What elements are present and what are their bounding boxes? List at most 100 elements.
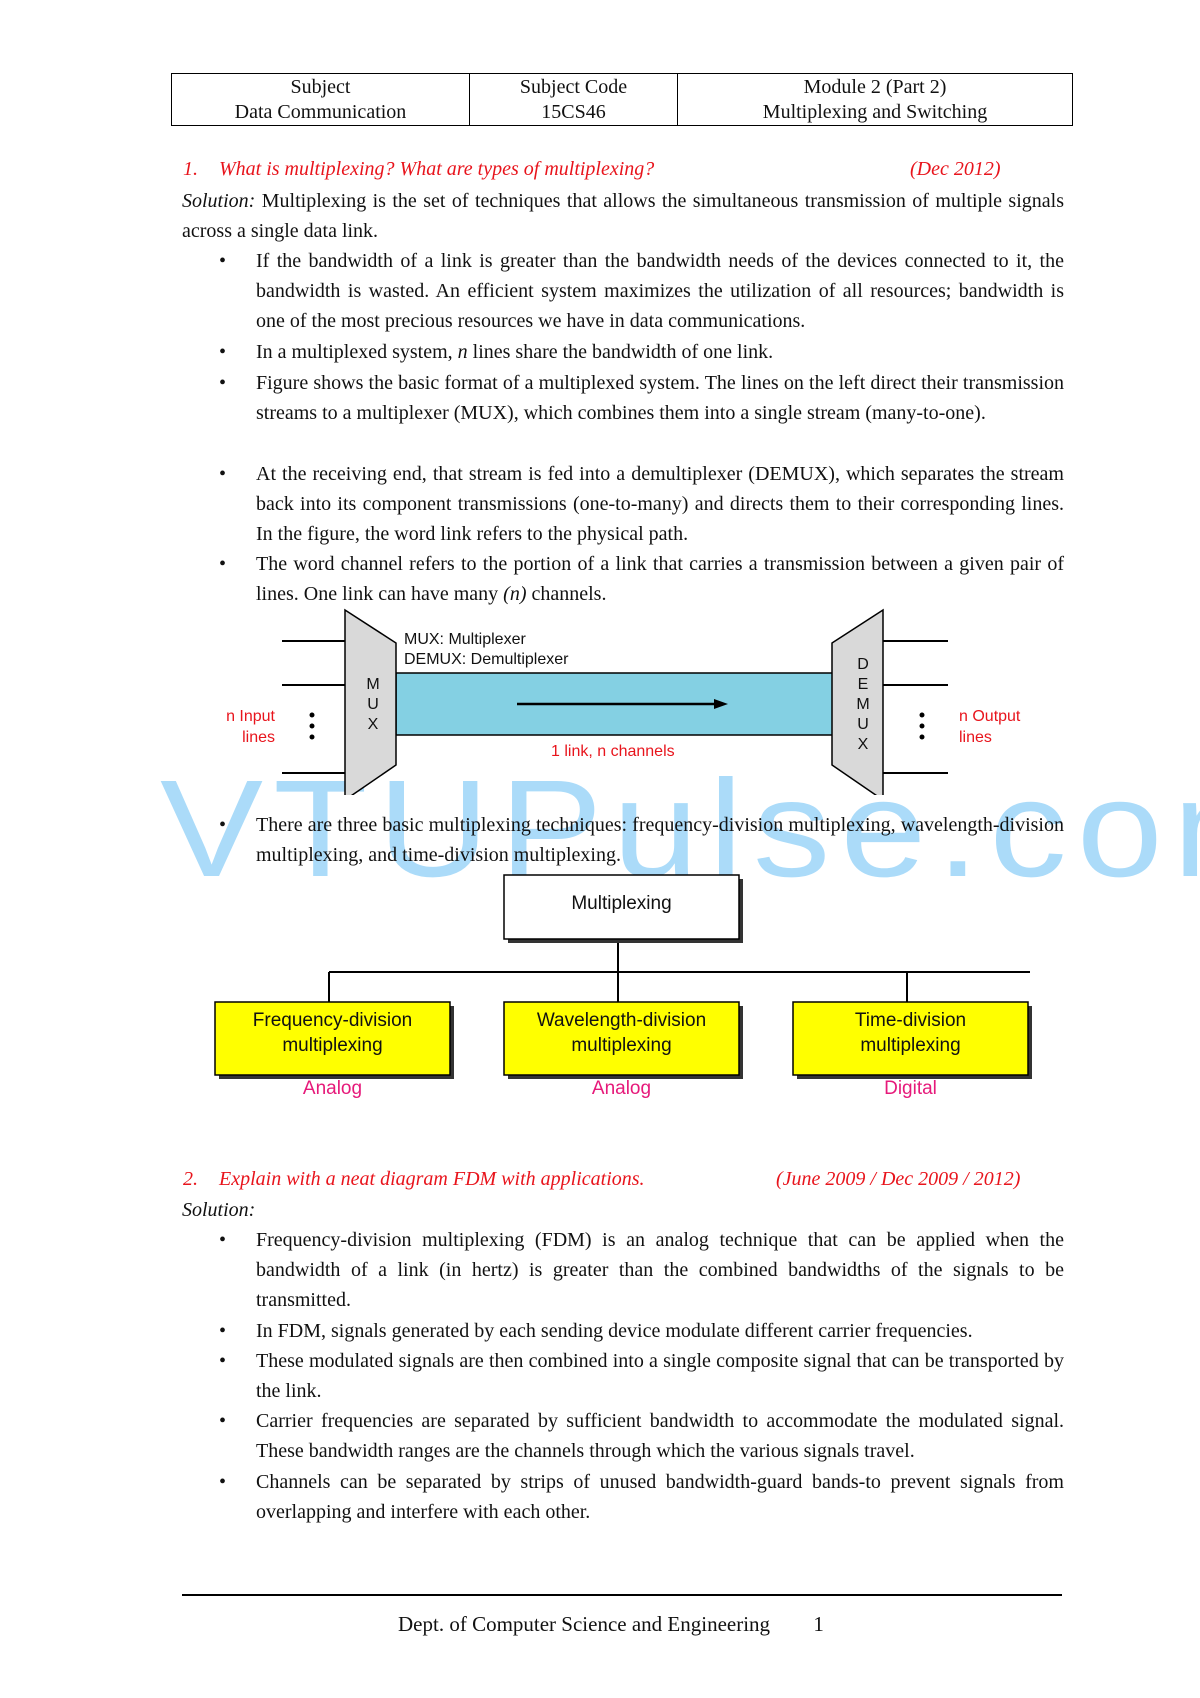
demux-letter: E	[857, 676, 869, 693]
demux-letter: M	[856, 696, 870, 713]
q1-bullet-text: Figure shows the basic format of a multi…	[256, 372, 1064, 424]
q1-bullet-text: In a multiplexed system, n lines share t…	[256, 337, 1064, 367]
q2-bullet: • In FDM, signals generated by each send…	[219, 1316, 1064, 1346]
bullet-icon: •	[219, 1229, 227, 1251]
q1-bullet: • Figure shows the basic format of a mul…	[219, 368, 1064, 428]
q1-solution-label: Solution:	[182, 190, 256, 212]
header-table: Subject Data Communication Subject Code …	[171, 73, 1073, 126]
input-lines-label: n Input lines	[215, 706, 275, 748]
text-part: channels.	[526, 583, 607, 605]
child-label-line: multiplexing	[282, 1035, 383, 1056]
q1-bullet: • In a multiplexed system, n lines share…	[219, 337, 1064, 367]
input-label-line: n Input	[226, 708, 275, 725]
ellipsis-dot	[919, 734, 925, 740]
ellipsis-dot	[309, 734, 315, 740]
text-part: lines share the bandwidth of one link.	[467, 341, 774, 363]
mux-label: M U X	[363, 675, 383, 735]
demux-label: D E M U X	[853, 655, 873, 755]
header-module-cell: Module 2 (Part 2) Multiplexing and Switc…	[678, 74, 1072, 125]
header-code-label: Subject Code	[519, 76, 628, 98]
bullet-icon: •	[219, 463, 227, 485]
header-code-cell: Subject Code 15CS46	[470, 74, 678, 125]
demux-legend-line: DEMUX: Demultiplexer	[404, 651, 569, 668]
input-label-line: lines	[242, 729, 275, 746]
q2-bullet: • Frequency-division multiplexing (FDM) …	[219, 1225, 1064, 1315]
bullet-icon: •	[219, 1471, 227, 1493]
q2-bullet-text: Channels can be separated by strips of u…	[256, 1471, 1064, 1523]
q2-bullet-text: In FDM, signals generated by each sendin…	[256, 1320, 973, 1342]
q1-date: (Dec 2012)	[910, 158, 1001, 180]
q1-number: 1.	[183, 158, 198, 180]
demux-letter: U	[857, 716, 869, 733]
mux-letter: X	[367, 716, 379, 733]
q1-bullet-text: If the bandwidth of a link is greater th…	[256, 250, 1064, 332]
bullet-icon: •	[219, 372, 227, 394]
mux-legend: MUX: Multiplexer DEMUX: Demultiplexer	[404, 630, 568, 670]
ellipsis-dot	[919, 712, 925, 718]
q2-bullet: • These modulated signals are then combi…	[219, 1346, 1064, 1406]
bullet-icon: •	[219, 1320, 227, 1342]
tree-child-wdm-label: Wavelength-division multiplexing	[504, 1008, 739, 1058]
q1-solution-text: Multiplexing is the set of techniques th…	[182, 190, 1064, 242]
bullet-icon: •	[219, 250, 227, 272]
q1-question: What is multiplexing? What are types of …	[219, 158, 655, 180]
tree-type-wdm: Analog	[591, 1078, 652, 1099]
tree-type-tdm: Digital	[884, 1078, 937, 1099]
header-code-value: 15CS46	[541, 101, 606, 123]
demux-letter: X	[857, 736, 869, 753]
tree-child-fdm-label: Frequency-division multiplexing	[215, 1008, 450, 1058]
q2-bullet-text: Frequency-division multiplexing (FDM) is…	[256, 1229, 1064, 1311]
q1-bullet-text: The word channel refers to the portion o…	[256, 549, 1064, 609]
mux-legend-line: MUX: Multiplexer	[404, 631, 526, 648]
q2-number: 2.	[183, 1168, 198, 1190]
text-part-italic: (n)	[503, 583, 527, 605]
q2-bullet: • Carrier frequencies are separated by s…	[219, 1406, 1064, 1466]
q2-solution: Solution:	[182, 1195, 255, 1225]
page-number: 1	[813, 1612, 824, 1636]
footer-divider	[182, 1594, 1062, 1596]
mux-letter: M	[366, 676, 380, 693]
bullet-icon: •	[219, 1350, 227, 1372]
q1-solution: Solution: Multiplexing is the set of tec…	[182, 186, 1064, 246]
q1-bullet-text: At the receiving end, that stream is fed…	[256, 463, 1064, 545]
child-label-line: multiplexing	[571, 1035, 672, 1056]
mux-letter: U	[367, 696, 379, 713]
ellipsis-dot	[309, 712, 315, 718]
ellipsis-dot	[309, 723, 315, 729]
output-label-line: lines	[959, 729, 992, 746]
header-subject-cell: Subject Data Communication	[172, 74, 470, 125]
header-subject-value: Data Communication	[234, 101, 407, 123]
text-part: In a multiplexed system,	[256, 341, 458, 363]
output-label-line: n Output	[959, 708, 1021, 725]
child-label-line: Time-division	[854, 1010, 967, 1031]
q1-bullet-text: There are three basic multiplexing techn…	[256, 814, 1064, 866]
q1-bullet: • At the receiving end, that stream is f…	[219, 459, 1064, 549]
output-lines-label: n Output lines	[959, 706, 1020, 748]
tree-child-tdm-label: Time-division multiplexing	[793, 1008, 1028, 1058]
q2-solution-label: Solution:	[182, 1199, 256, 1221]
bullet-icon: •	[219, 553, 227, 575]
header-module-value: Multiplexing and Switching	[762, 101, 988, 123]
child-label-line: Wavelength-division	[536, 1010, 707, 1031]
q1-bullet: • The word channel refers to the portion…	[219, 549, 1064, 609]
q2-date: (June 2009 / Dec 2009 / 2012)	[776, 1168, 1021, 1190]
bullet-icon: •	[219, 341, 227, 363]
tree-root-label: Multiplexing	[571, 893, 672, 914]
header-subject-label: Subject	[290, 76, 351, 98]
demux-letter: D	[857, 656, 869, 673]
child-label-line: Frequency-division	[252, 1010, 413, 1031]
footer: Dept. of Computer Science and Engineerin…	[398, 1612, 824, 1637]
q1-bullet: • There are three basic multiplexing tec…	[219, 810, 1064, 870]
text-part-italic: n	[457, 341, 468, 363]
child-label-line: multiplexing	[860, 1035, 961, 1056]
header-module-label: Module 2 (Part 2)	[803, 76, 947, 98]
bullet-icon: •	[219, 1410, 227, 1432]
ellipsis-dot	[919, 723, 925, 729]
footer-department: Dept. of Computer Science and Engineerin…	[398, 1612, 771, 1636]
tree-type-fdm: Analog	[302, 1078, 363, 1099]
q2-question: Explain with a neat diagram FDM with app…	[219, 1168, 645, 1190]
bullet-icon: •	[219, 814, 227, 836]
link-label: 1 link, n channels	[551, 743, 675, 760]
q2-bullet-text: These modulated signals are then combine…	[256, 1350, 1064, 1402]
q1-bullet: • If the bandwidth of a link is greater …	[219, 246, 1064, 336]
